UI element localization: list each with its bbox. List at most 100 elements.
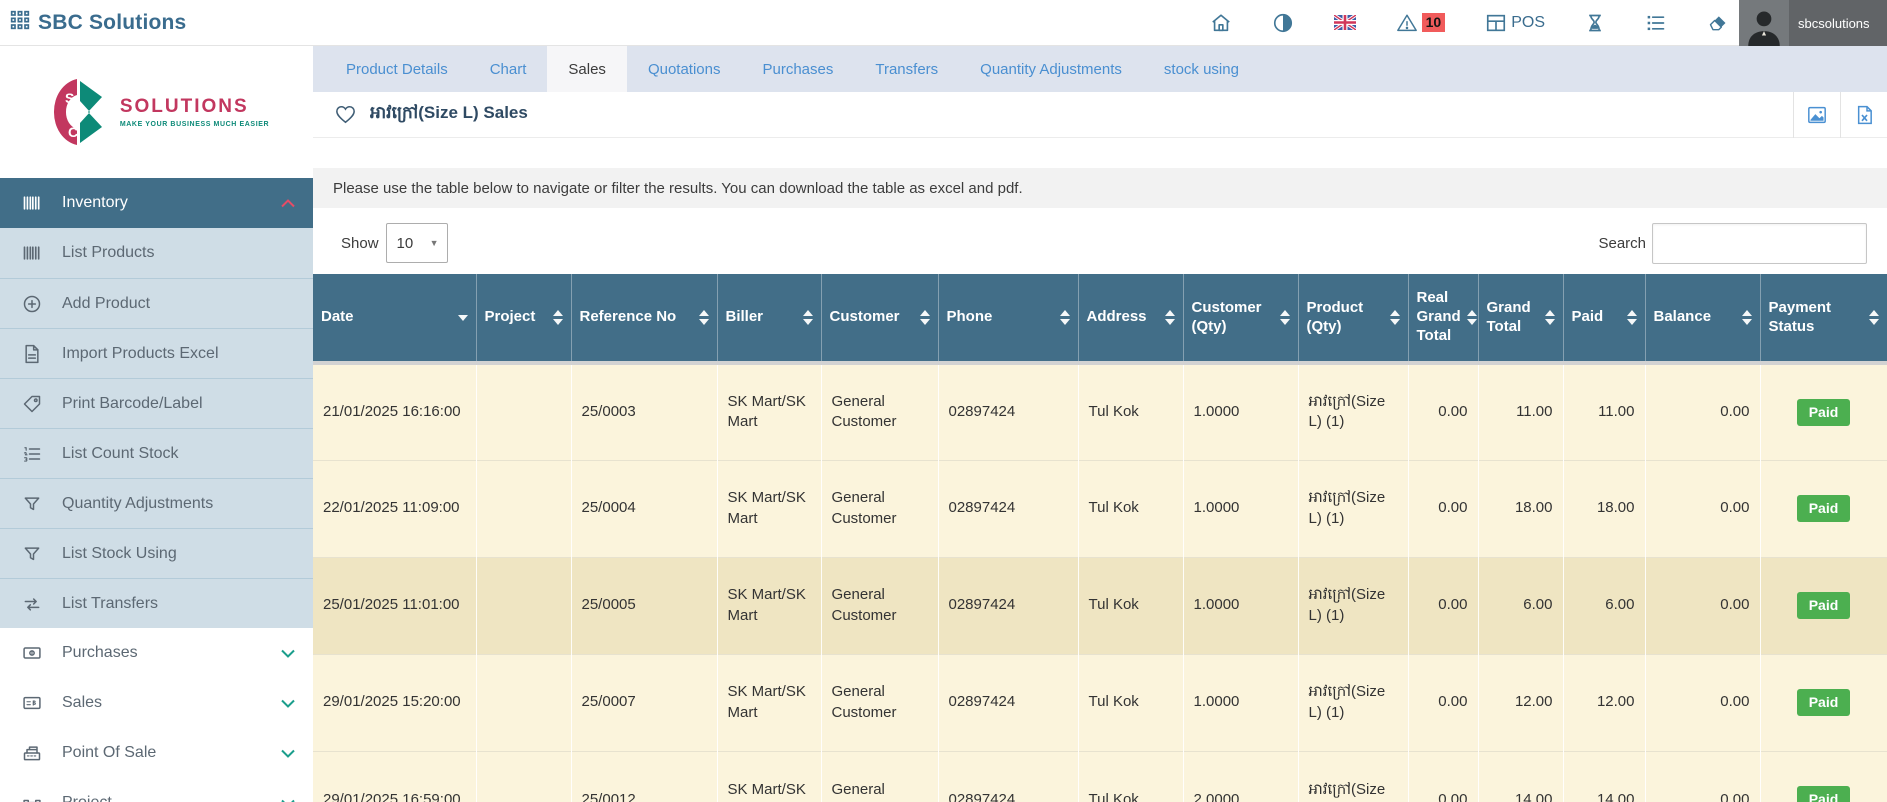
pos-grid-icon[interactable]: POS bbox=[1485, 12, 1545, 34]
column-header-customer[interactable]: Customer bbox=[821, 274, 938, 363]
contrast-icon[interactable] bbox=[1272, 12, 1294, 34]
sidebar-item-list-stock-using[interactable]: List Stock Using bbox=[0, 528, 313, 578]
column-header-product-qty-[interactable]: Product (Qty) bbox=[1298, 274, 1408, 363]
tab-quantity-adjustments[interactable]: Quantity Adjustments bbox=[959, 46, 1143, 92]
sidebar-item-label: List Stock Using bbox=[44, 545, 295, 563]
sidebar-item-label: Add Product bbox=[44, 295, 295, 313]
cell-reference-no: 25/0003 bbox=[571, 363, 717, 460]
column-header-biller[interactable]: Biller bbox=[717, 274, 821, 363]
sidebar-menu: Inventory List Products Add Product Import … bbox=[0, 178, 313, 802]
cell-grand-total: 11.00 bbox=[1478, 363, 1563, 460]
cell-project bbox=[476, 557, 571, 654]
cell-payment-status: Paid bbox=[1760, 751, 1887, 802]
payment-status-badge: Paid bbox=[1797, 689, 1851, 716]
search-input[interactable] bbox=[1652, 223, 1867, 264]
money-check-icon bbox=[20, 693, 44, 713]
export-excel-button[interactable] bbox=[1840, 92, 1887, 138]
user-menu[interactable]: sbcsolutions bbox=[1739, 0, 1887, 46]
tab-stock-using[interactable]: stock using bbox=[1143, 46, 1260, 92]
sidebar-item-list-transfers[interactable]: List Transfers bbox=[0, 578, 313, 628]
alerts-count-badge[interactable]: 10 bbox=[1422, 13, 1446, 32]
chevron-down-icon bbox=[281, 696, 295, 711]
cell-real-grand-total: 0.00 bbox=[1408, 751, 1478, 802]
logo-wordmark: SOLUTIONS bbox=[120, 96, 269, 118]
table-row[interactable]: 29/01/2025 16:59:0025/0012SK Mart/SK Mar… bbox=[313, 751, 1887, 802]
export-image-button[interactable] bbox=[1793, 92, 1840, 138]
chevron-up-icon bbox=[281, 196, 295, 211]
cell-payment-status: Paid bbox=[1760, 654, 1887, 751]
sidebar-item-label: List Products bbox=[44, 244, 295, 262]
cell-reference-no: 25/0012 bbox=[571, 751, 717, 802]
avatar bbox=[1739, 0, 1789, 46]
eraser-icon[interactable] bbox=[1707, 13, 1729, 33]
column-header-payment-status[interactable]: Payment Status bbox=[1760, 274, 1887, 363]
sidebar-item-sales[interactable]: Sales bbox=[0, 678, 313, 728]
column-header-address[interactable]: Address bbox=[1078, 274, 1183, 363]
cell-reference-no: 25/0007 bbox=[571, 654, 717, 751]
tab-chart[interactable]: Chart bbox=[469, 46, 548, 92]
tab-transfers[interactable]: Transfers bbox=[854, 46, 959, 92]
sidebar-item-label: Quantity Adjustments bbox=[44, 495, 295, 513]
cell-payment-status: Paid bbox=[1760, 363, 1887, 460]
table-row[interactable]: 21/01/2025 16:16:0025/0003SK Mart/SK Mar… bbox=[313, 363, 1887, 460]
sidebar-item-label: Project bbox=[44, 794, 281, 802]
banknote-icon bbox=[20, 643, 44, 663]
funnel-icon bbox=[20, 494, 44, 514]
list-ol-icon bbox=[20, 444, 44, 464]
column-header-date[interactable]: Date bbox=[313, 274, 476, 363]
tab-quotations[interactable]: Quotations bbox=[627, 46, 742, 92]
page-length-select[interactable]: 10 ▼ bbox=[386, 223, 448, 263]
column-header-real-grand-total[interactable]: Real Grand Total bbox=[1408, 274, 1478, 363]
barcode-icon bbox=[20, 193, 44, 213]
warning-icon[interactable]: 10 bbox=[1396, 12, 1446, 34]
uk-flag-icon[interactable] bbox=[1334, 15, 1356, 30]
sidebar-item-inventory[interactable]: Inventory bbox=[0, 178, 313, 228]
sidebar-item-list-products[interactable]: List Products bbox=[0, 228, 313, 278]
cell-project bbox=[476, 654, 571, 751]
table-row[interactable]: 29/01/2025 15:20:0025/0007SK Mart/SK Mar… bbox=[313, 654, 1887, 751]
sort-both-icon bbox=[1054, 310, 1070, 325]
sidebar-item-print-barcode-label[interactable]: Print Barcode/Label bbox=[0, 378, 313, 428]
sidebar-item-list-count-stock[interactable]: List Count Stock bbox=[0, 428, 313, 478]
sidebar-item-import-products-excel[interactable]: Import Products Excel bbox=[0, 328, 313, 378]
home-icon[interactable] bbox=[1210, 12, 1232, 34]
column-header-customer-qty-[interactable]: Customer (Qty) bbox=[1183, 274, 1298, 363]
tasks-icon[interactable] bbox=[1645, 13, 1667, 33]
sort-both-icon bbox=[797, 310, 813, 325]
cell-address: Tul Kok bbox=[1078, 460, 1183, 557]
cell-phone: 02897424 bbox=[938, 557, 1078, 654]
column-header-phone[interactable]: Phone bbox=[938, 274, 1078, 363]
cell-balance: 0.00 bbox=[1645, 654, 1760, 751]
sidebar-item-point-of-sale[interactable]: Point Of Sale bbox=[0, 728, 313, 778]
app-brand[interactable]: SBC Solutions bbox=[0, 10, 186, 35]
sidebar-item-purchases[interactable]: Purchases bbox=[0, 628, 313, 678]
cell-customer: General Customer bbox=[821, 751, 938, 802]
column-header-project[interactable]: Project bbox=[476, 274, 571, 363]
tab-product-details[interactable]: Product Details bbox=[325, 46, 469, 92]
cell-phone: 02897424 bbox=[938, 751, 1078, 802]
hourglass-icon[interactable] bbox=[1585, 12, 1605, 34]
info-banner: Please use the table below to navigate o… bbox=[313, 168, 1887, 208]
cell-real-grand-total: 0.00 bbox=[1408, 363, 1478, 460]
cell-date: 25/01/2025 11:01:00 bbox=[313, 557, 476, 654]
company-logo[interactable]: S B C SOLUTIONS MAKE YOUR BUSINESS MUCH … bbox=[0, 46, 313, 178]
tab-sales[interactable]: Sales bbox=[547, 46, 627, 92]
column-header-reference-no[interactable]: Reference No bbox=[571, 274, 717, 363]
sidebar-item-label: Point Of Sale bbox=[44, 744, 281, 762]
sidebar-item-label: Sales bbox=[44, 694, 281, 712]
table-row[interactable]: 22/01/2025 11:09:0025/0004SK Mart/SK Mar… bbox=[313, 460, 1887, 557]
table-row[interactable]: 25/01/2025 11:01:0025/0005SK Mart/SK Mar… bbox=[313, 557, 1887, 654]
tab-purchases[interactable]: Purchases bbox=[741, 46, 854, 92]
column-header-paid[interactable]: Paid bbox=[1563, 274, 1645, 363]
column-header-grand-total[interactable]: Grand Total bbox=[1478, 274, 1563, 363]
cell-project bbox=[476, 751, 571, 802]
sidebar-item-quantity-adjustments[interactable]: Quantity Adjustments bbox=[0, 478, 313, 528]
cell-paid: 18.00 bbox=[1563, 460, 1645, 557]
column-header-balance[interactable]: Balance bbox=[1645, 274, 1760, 363]
cell-product-qty-: អាវក្រៅ(Size L) (1) bbox=[1298, 654, 1408, 751]
sidebar-item-project[interactable]: Project bbox=[0, 778, 313, 802]
favorite-heart-icon[interactable] bbox=[313, 105, 370, 124]
sidebar-item-add-product[interactable]: Add Product bbox=[0, 278, 313, 328]
payment-status-badge: Paid bbox=[1797, 592, 1851, 619]
cell-payment-status: Paid bbox=[1760, 557, 1887, 654]
